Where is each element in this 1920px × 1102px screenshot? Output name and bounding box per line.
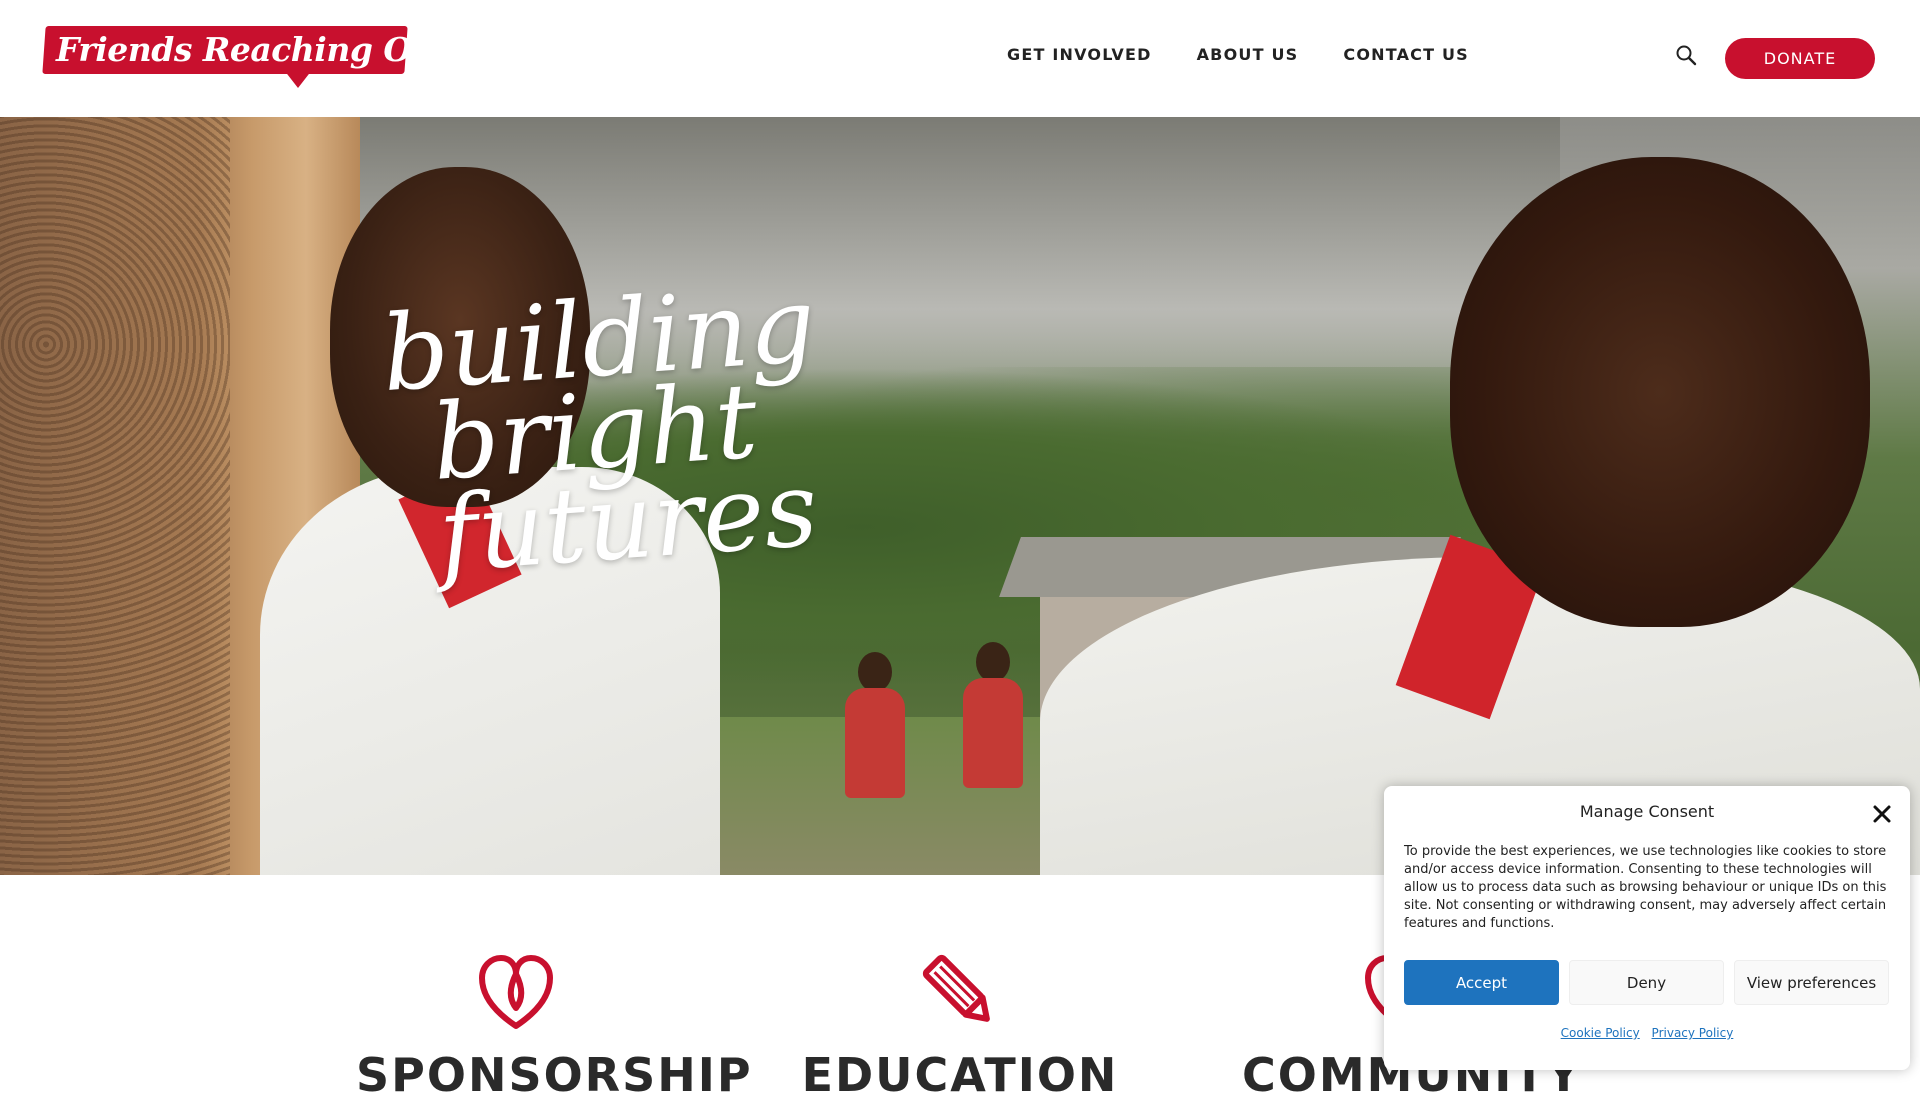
child-head <box>976 642 1010 682</box>
feature-title: EDUCATION <box>801 1048 1119 1102</box>
search-icon[interactable] <box>1674 43 1698 67</box>
accept-button[interactable]: Accept <box>1404 960 1559 1005</box>
child-body <box>963 678 1023 788</box>
nav-contact-us[interactable]: CONTACT US <box>1343 45 1469 64</box>
consent-title: Manage Consent <box>1579 802 1715 821</box>
feature-education[interactable]: EDUCATION <box>800 950 1120 1102</box>
nav-about-us[interactable]: ABOUT US <box>1197 45 1299 64</box>
logo-text: Friends Reaching Out <box>56 30 450 69</box>
consent-links: Cookie Policy Privacy Policy <box>1384 1026 1910 1040</box>
site-header: Friends Reaching Out GET INVOLVED ABOUT … <box>0 0 1920 117</box>
cookie-policy-link[interactable]: Cookie Policy <box>1561 1026 1640 1040</box>
child-head <box>858 652 892 692</box>
donate-button[interactable]: DONATE <box>1725 38 1875 79</box>
logo-tail <box>284 70 312 88</box>
feature-sponsorship[interactable]: SPONSORSHIP <box>356 950 753 1102</box>
background-child <box>958 642 1028 822</box>
background-child <box>840 652 910 832</box>
main-nav: GET INVOLVED ABOUT US CONTACT US <box>1007 45 1514 64</box>
consent-dialog: Manage Consent To provide the best exper… <box>1384 786 1910 1070</box>
child-head <box>1450 157 1870 627</box>
close-icon[interactable] <box>1870 802 1894 826</box>
consent-body: To provide the best experiences, we use … <box>1404 844 1887 931</box>
hero-child-right <box>1040 157 1920 875</box>
child-body <box>845 688 905 798</box>
hero-headline: building bright futures <box>378 262 1057 595</box>
view-preferences-button[interactable]: View preferences <box>1734 960 1889 1005</box>
deny-button[interactable]: Deny <box>1569 960 1724 1005</box>
site-logo[interactable]: Friends Reaching Out <box>42 26 450 88</box>
hero-banner: building bright futures <box>0 117 1920 875</box>
privacy-policy-link[interactable]: Privacy Policy <box>1652 1026 1734 1040</box>
pencil-icon <box>922 954 990 1022</box>
feature-title: SPONSORSHIP <box>356 1048 753 1102</box>
heart-icon <box>479 955 553 1029</box>
nav-get-involved[interactable]: GET INVOLVED <box>1007 45 1152 64</box>
